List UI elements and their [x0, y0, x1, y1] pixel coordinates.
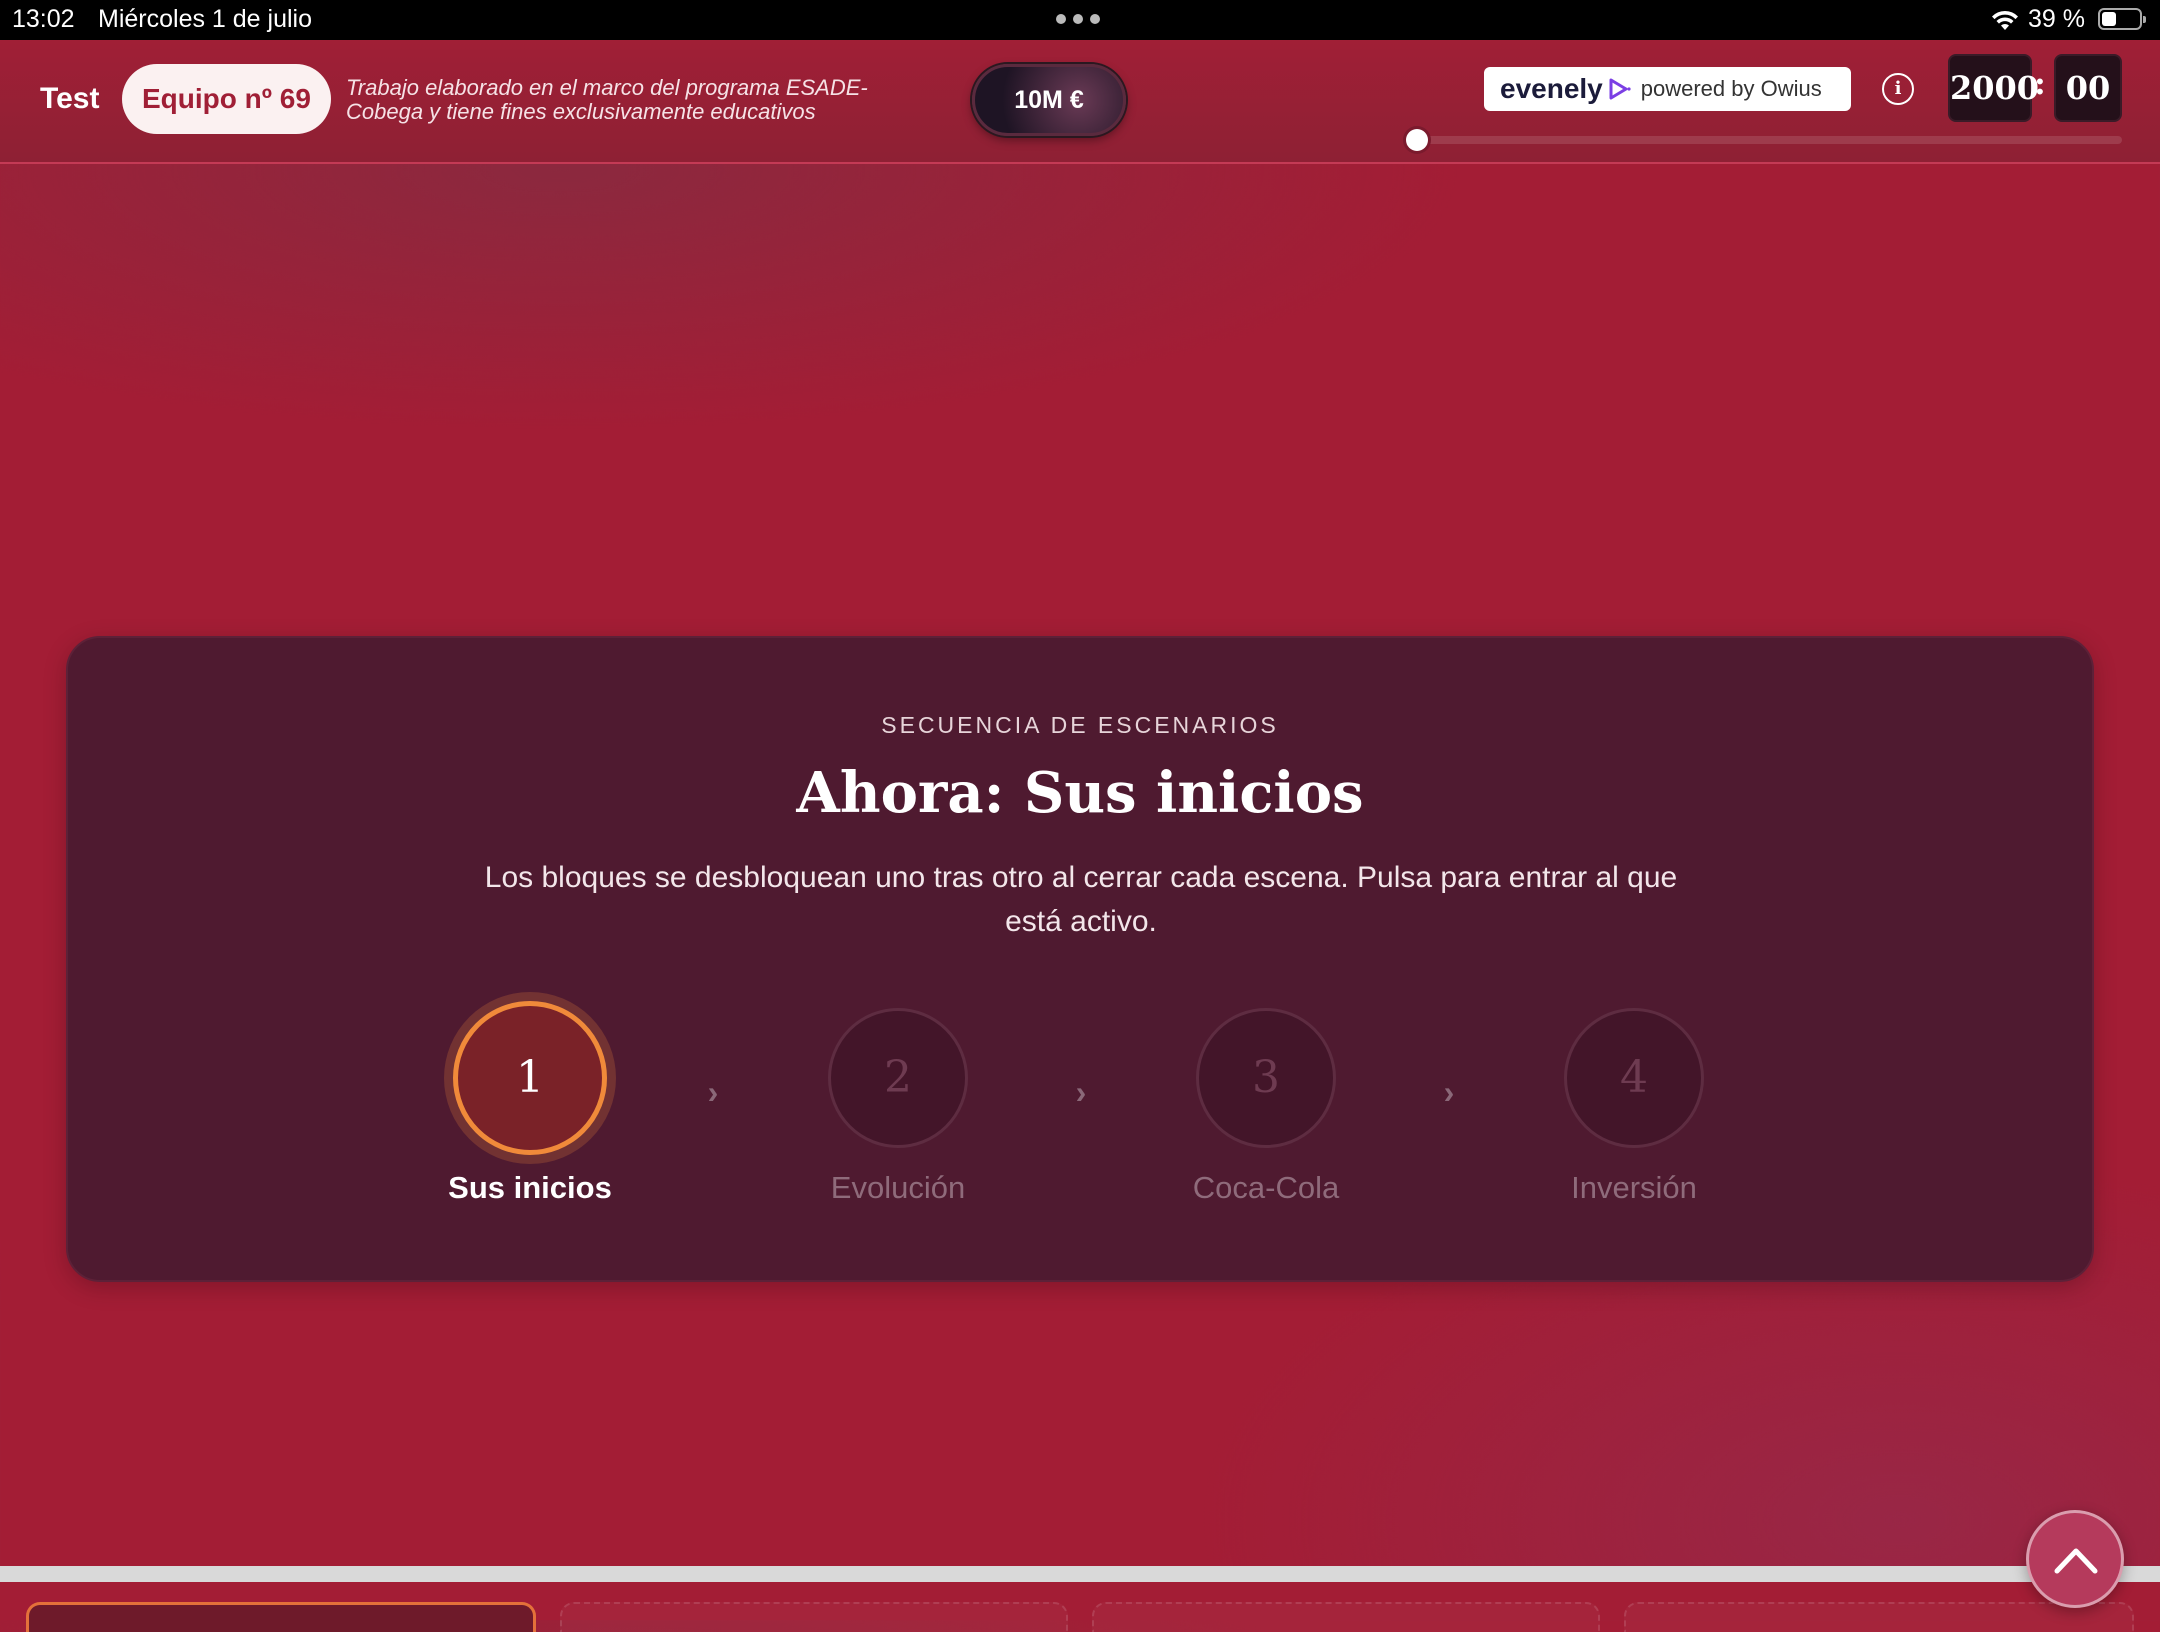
chevron-right-icon: › [1075, 1074, 1087, 1110]
budget-button[interactable]: 10M € [972, 64, 1126, 136]
bottom-divider [0, 1566, 2160, 1582]
disclaimer-text: Trabajo elaborado en el marco del progra… [346, 75, 868, 124]
evenely-play-icon [1609, 78, 1631, 100]
scenario-sequence-card: SECUENCIA DE ESCENARIOS Ahora: Sus inici… [66, 636, 2094, 1282]
step-label: Sus inicios [448, 1170, 612, 1205]
step-coca-cola: 3 Coca-Cola [1136, 1008, 1396, 1206]
status-bar: 13:02 Miércoles 1 de julio 39 % [0, 0, 2160, 40]
bottom-tab[interactable] [1092, 1602, 1600, 1632]
wifi-icon [1992, 10, 2018, 30]
brand-label: Test [40, 82, 100, 115]
step-number-circle: 3 [1196, 1008, 1336, 1148]
multitasking-dots-icon[interactable] [1056, 14, 1100, 24]
bottom-tab[interactable] [1624, 1602, 2134, 1632]
status-time: 13:02 [12, 5, 75, 33]
instructions-text: Los bloques se desbloquean uno tras otro… [484, 861, 1678, 938]
info-icon[interactable]: i [1882, 73, 1914, 105]
team-badge[interactable]: Equipo nº 69 [122, 64, 331, 134]
app-header: Test Equipo nº 69 Trabajo elaborado en e… [0, 40, 2160, 164]
page-title: Ahora: Sus inicios [796, 760, 1364, 826]
timeline-slider[interactable] [1416, 136, 2122, 144]
chevron-right-icon: › [1443, 1074, 1455, 1110]
bottom-tab-bar [0, 1582, 2160, 1632]
clock-year: 2000 [1948, 54, 2039, 122]
status-date: Miércoles 1 de julio [98, 5, 312, 33]
step-label: Inversión [1571, 1170, 1697, 1205]
step-number-circle[interactable]: 1 [453, 1001, 607, 1155]
clock-minutes: 00 [2054, 54, 2122, 122]
bottom-tab-active[interactable] [26, 1602, 536, 1632]
evenely-logo: evenely [1500, 73, 1603, 104]
chevron-up-icon [2054, 1548, 2098, 1574]
scroll-to-top-button[interactable] [2026, 1510, 2124, 1608]
clock-separator: : [2034, 64, 2046, 102]
step-evolucion: 2 Evolución [768, 1008, 1028, 1206]
powered-by-label: powered by Owius [1640, 76, 1822, 101]
battery-percentage: 39 % [2028, 5, 2085, 33]
section-eyebrow: SECUENCIA DE ESCENARIOS [881, 712, 1279, 738]
chevron-right-icon: › [707, 1074, 719, 1110]
timeline-slider-handle[interactable] [1406, 129, 1428, 151]
partner-badge: evenely powered by Owius [1484, 67, 1851, 111]
step-inversion: 4 Inversión [1504, 1008, 1764, 1206]
battery-icon [2098, 8, 2146, 30]
step-label: Evolución [830, 1170, 966, 1205]
step-sus-inicios[interactable]: 1 Sus inicios [400, 1001, 660, 1206]
bottom-tab[interactable] [560, 1602, 1068, 1632]
step-number-circle: 4 [1564, 1008, 1704, 1148]
step-number-circle: 2 [828, 1008, 968, 1148]
step-label: Coca-Cola [1192, 1170, 1340, 1205]
